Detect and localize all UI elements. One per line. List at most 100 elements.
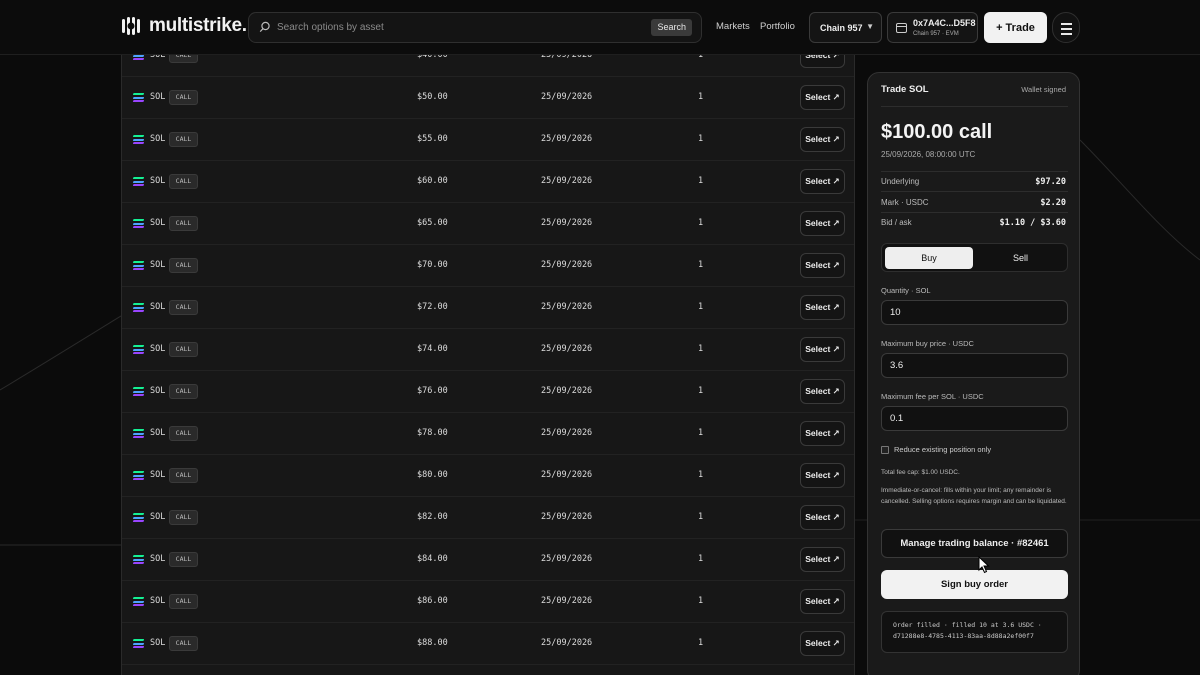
divider <box>881 106 1068 107</box>
reduce-only-checkbox[interactable] <box>881 446 889 454</box>
option-type-badge: CALL <box>169 216 198 231</box>
asset-cell: SOL <box>150 176 166 186</box>
table-row: SOL CALL $84.00 25/09/2026 1 Select ↗ <box>122 539 854 581</box>
option-type-badge: CALL <box>169 174 198 189</box>
wallet-button[interactable]: 0x7A4C...D5F8 Chain 957 · EVM <box>887 12 978 43</box>
expiry-cell: 25/09/2026 <box>541 554 593 564</box>
menu-icon[interactable] <box>1052 12 1080 43</box>
nav-markets[interactable]: Markets <box>716 21 750 32</box>
select-button[interactable]: Select ↗ <box>800 379 845 404</box>
option-type-badge: CALL <box>169 636 198 651</box>
quantity-cell: 1 <box>698 428 704 438</box>
search-input[interactable] <box>277 13 637 42</box>
max-fee-input[interactable] <box>881 406 1068 431</box>
strike-cell: $84.00 <box>417 554 448 564</box>
bidask-value: $1.10 / $3.60 <box>999 218 1066 228</box>
select-button[interactable]: Select ↗ <box>800 547 845 572</box>
table-row: SOL CALL $74.00 25/09/2026 1 Select ↗ <box>122 329 854 371</box>
expiry-cell: 25/09/2026 <box>541 428 593 438</box>
select-button[interactable]: Select ↗ <box>800 421 845 446</box>
table-row: SOL CALL $80.00 25/09/2026 1 Select ↗ <box>122 455 854 497</box>
asset-cell: SOL <box>150 596 166 606</box>
reduce-only-label: Reduce existing position only <box>894 445 992 454</box>
table-row: SOL CALL $70.00 25/09/2026 1 Select ↗ <box>122 245 854 287</box>
nav-portfolio[interactable]: Portfolio <box>760 21 795 32</box>
asset-cell: SOL <box>150 638 166 648</box>
mark-label: Mark · USDC <box>881 198 929 207</box>
buy-tab[interactable]: Buy <box>885 247 973 269</box>
table-row: SOL CALL $60.00 25/09/2026 1 Select ↗ <box>122 161 854 203</box>
strike-cell: $78.00 <box>417 428 448 438</box>
divider <box>881 212 1068 213</box>
divider <box>881 191 1068 192</box>
expiry-cell: 25/09/2026 <box>541 386 593 396</box>
logo-icon <box>122 17 140 35</box>
option-type-badge: CALL <box>169 300 198 315</box>
select-button[interactable]: Select ↗ <box>800 463 845 488</box>
quantity-cell: 1 <box>698 596 704 606</box>
fee-cap-note: Total fee cap: $1.00 USDC. <box>881 469 960 476</box>
sol-icon <box>132 219 145 228</box>
sol-icon <box>132 555 145 564</box>
expiry-cell: 25/09/2026 <box>541 218 593 228</box>
select-button[interactable]: Select ↗ <box>800 127 845 152</box>
chain-select[interactable]: Chain 957 ▼ <box>809 12 882 43</box>
strike-cell: $70.00 <box>417 260 448 270</box>
select-button[interactable]: Select ↗ <box>800 631 845 656</box>
expiry-cell: 25/09/2026 <box>541 55 593 60</box>
option-price-heading: $100.00 call <box>881 121 993 143</box>
select-button[interactable]: Select ↗ <box>800 85 845 110</box>
order-status: Order filled · filled 10 at 3.6 USDC · d… <box>881 611 1068 653</box>
wallet-status: Wallet signed <box>1021 85 1066 94</box>
select-button[interactable]: Select ↗ <box>800 589 845 614</box>
sell-tab[interactable]: Sell <box>976 247 1065 269</box>
search-button[interactable]: Search <box>651 19 692 36</box>
expiry-cell: 25/09/2026 <box>541 260 593 270</box>
asset-cell: SOL <box>150 218 166 228</box>
quantity-cell: 1 <box>698 302 704 312</box>
sol-icon <box>132 303 145 312</box>
table-row: SOL CALL $78.00 25/09/2026 1 Select ↗ <box>122 413 854 455</box>
option-type-badge: CALL <box>169 468 198 483</box>
select-button[interactable]: Select ↗ <box>800 169 845 194</box>
sign-order-button[interactable]: Sign buy order <box>881 570 1068 599</box>
select-button[interactable]: Select ↗ <box>800 55 845 68</box>
max-price-input[interactable] <box>881 353 1068 378</box>
option-type-badge: CALL <box>169 55 198 63</box>
trade-button[interactable]: + Trade <box>984 12 1047 43</box>
select-button[interactable]: Select ↗ <box>800 295 845 320</box>
strike-cell: $60.00 <box>417 176 448 186</box>
select-button[interactable]: Select ↗ <box>800 211 845 236</box>
select-button[interactable]: Select ↗ <box>800 505 845 530</box>
quantity-cell: 1 <box>698 638 704 648</box>
select-button[interactable]: Select ↗ <box>800 253 845 278</box>
asset-cell: SOL <box>150 512 166 522</box>
mark-value: $2.20 <box>1040 198 1066 208</box>
table-row: SOL CALL $50.00 25/09/2026 1 Select ↗ <box>122 77 854 119</box>
quantity-cell: 1 <box>698 92 704 102</box>
select-button[interactable]: Select ↗ <box>800 337 845 362</box>
sol-icon <box>132 177 145 186</box>
order-status-line: Order filled · filled 10 at 3.6 USDC · <box>893 621 1042 629</box>
manage-balance-button[interactable]: Manage trading balance · #82461 <box>881 529 1068 558</box>
expiry-cell: 25/09/2026 <box>541 344 593 354</box>
chain-select-value: Chain 957 <box>820 23 863 33</box>
sol-icon <box>132 93 145 102</box>
logo[interactable]: multistrike. <box>121 15 247 37</box>
asset-cell: SOL <box>150 134 166 144</box>
asset-cell: SOL <box>150 260 166 270</box>
table-row: SOL CALL $65.00 25/09/2026 1 Select ↗ <box>122 203 854 245</box>
expiry-cell: 25/09/2026 <box>541 176 593 186</box>
quantity-cell: 1 <box>698 260 704 270</box>
quantity-cell: 1 <box>698 218 704 228</box>
asset-cell: SOL <box>150 344 166 354</box>
strike-cell: $86.00 <box>417 596 448 606</box>
quantity-input[interactable] <box>881 300 1068 325</box>
expiry-cell: 25/09/2026 <box>541 134 593 144</box>
asset-cell: SOL <box>150 554 166 564</box>
option-type-badge: CALL <box>169 426 198 441</box>
asset-cell: SOL <box>150 428 166 438</box>
table-row: SOL CALL $88.00 25/09/2026 1 Select ↗ <box>122 623 854 665</box>
quantity-cell: 1 <box>698 386 704 396</box>
panel-title: Trade SOL <box>881 84 929 95</box>
